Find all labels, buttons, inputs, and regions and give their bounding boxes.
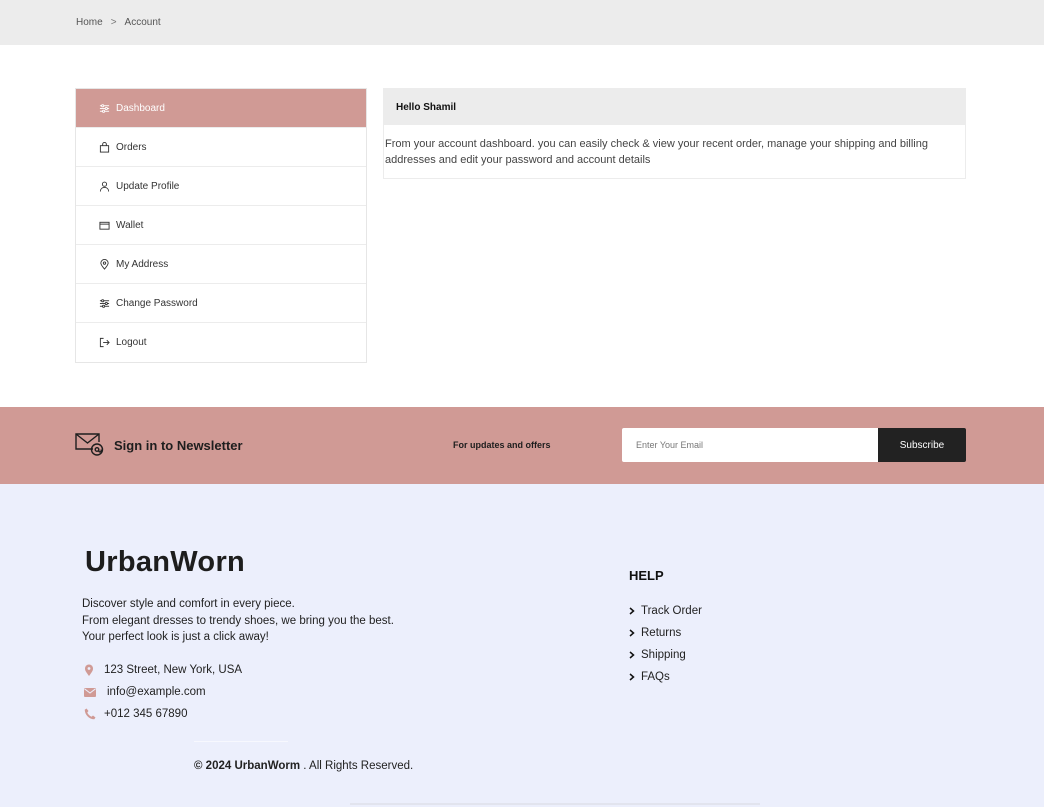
help-links: Track Order Returns Shipping FAQs [629, 600, 702, 688]
sidebar-item-my-address[interactable]: My Address [76, 245, 366, 284]
address-text: 123 Street, New York, USA [104, 664, 243, 676]
breadcrumb: Home > Account [76, 17, 161, 28]
help-link-returns[interactable]: Returns [629, 622, 702, 644]
newsletter-subtitle: For updates and offers [453, 440, 551, 450]
email-text[interactable]: info@example.com [107, 686, 206, 698]
breadcrumb-current: Account [124, 17, 161, 28]
sidebar-item-change-password[interactable]: Change Password [76, 284, 366, 323]
help-link-label: Track Order [641, 605, 702, 617]
sidebar-item-orders[interactable]: Orders [76, 128, 366, 167]
panel-title: Hello Shamil [384, 89, 965, 125]
footer-description: Discover style and comfort in every piec… [82, 596, 394, 646]
newsletter-bar: Sign in to Newsletter For updates and of… [0, 407, 1044, 484]
footer-phone: +012 345 67890 [84, 708, 187, 720]
subscribe-button[interactable]: Subscribe [878, 428, 966, 462]
chevron-right-icon [629, 650, 637, 660]
chevron-right-icon [629, 606, 637, 616]
footer-desc-line: Your perfect look is just a click away! [82, 631, 269, 643]
copyright-brand: UrbanWorm [234, 760, 301, 772]
sidebar-item-wallet[interactable]: Wallet [76, 206, 366, 245]
sidebar-item-label: Dashboard [116, 102, 165, 114]
help-link-label: FAQs [641, 671, 670, 683]
help-link-label: Returns [641, 627, 682, 639]
copyright-prefix: © 2024 [194, 760, 232, 772]
user-icon [98, 180, 110, 192]
sidebar-item-label: Orders [116, 141, 147, 153]
location-pin-icon [98, 258, 110, 270]
footer-brand: UrbanWorn [85, 546, 246, 578]
sidebar-item-label: Wallet [116, 219, 144, 231]
phone-icon [84, 708, 98, 720]
wallet-icon [98, 219, 110, 231]
help-link-track-order[interactable]: Track Order [629, 600, 702, 622]
sliders-icon [98, 102, 110, 114]
account-sidebar: Dashboard Orders Update Profile Wallet M… [75, 88, 367, 363]
footer-address: 123 Street, New York, USA [84, 664, 242, 676]
logout-icon [98, 337, 110, 349]
phone-text: +012 345 67890 [104, 708, 188, 720]
footer-email: info@example.com [84, 686, 206, 698]
panel-text: From your account dashboard. you can eas… [385, 138, 928, 166]
footer: UrbanWorn Discover style and comfort in … [0, 484, 1044, 807]
footer-divider [194, 741, 288, 742]
sidebar-item-label: Logout [116, 337, 147, 348]
bag-icon [98, 141, 110, 153]
bottom-divider [350, 803, 760, 805]
sliders-icon [98, 297, 110, 309]
location-pin-icon [84, 664, 98, 676]
sidebar-item-update-profile[interactable]: Update Profile [76, 167, 366, 206]
envelope-icon [84, 686, 101, 698]
chevron-right-icon [629, 628, 637, 638]
mail-at-icon [75, 433, 105, 457]
sidebar-item-label: My Address [116, 258, 169, 270]
footer-desc-line: From elegant dresses to trendy shoes, we… [82, 614, 394, 627]
copyright: © 2024 UrbanWorm . All Rights Reserved. [194, 760, 413, 772]
breadcrumb-home[interactable]: Home [76, 17, 103, 28]
copyright-suffix: . All Rights Reserved. [303, 760, 414, 772]
help-link-label: Shipping [641, 649, 686, 661]
chevron-right-icon [629, 672, 637, 682]
footer-desc-line: Discover style and comfort in every piec… [82, 598, 295, 610]
breadcrumb-bar: Home > Account [0, 0, 1044, 45]
sidebar-item-dashboard[interactable]: Dashboard [76, 89, 366, 128]
dashboard-panel: Hello Shamil From your account dashboard… [383, 88, 966, 179]
help-link-faqs[interactable]: FAQs [629, 666, 702, 688]
newsletter-title: Sign in to Newsletter [114, 438, 243, 453]
sidebar-item-logout[interactable]: Logout [76, 323, 366, 362]
newsletter-email-input[interactable] [622, 428, 879, 462]
help-title: HELP [629, 568, 664, 583]
breadcrumb-separator: > [110, 17, 117, 28]
help-link-shipping[interactable]: Shipping [629, 644, 702, 666]
sidebar-item-label: Update Profile [116, 180, 180, 192]
sidebar-item-label: Change Password [116, 297, 198, 309]
